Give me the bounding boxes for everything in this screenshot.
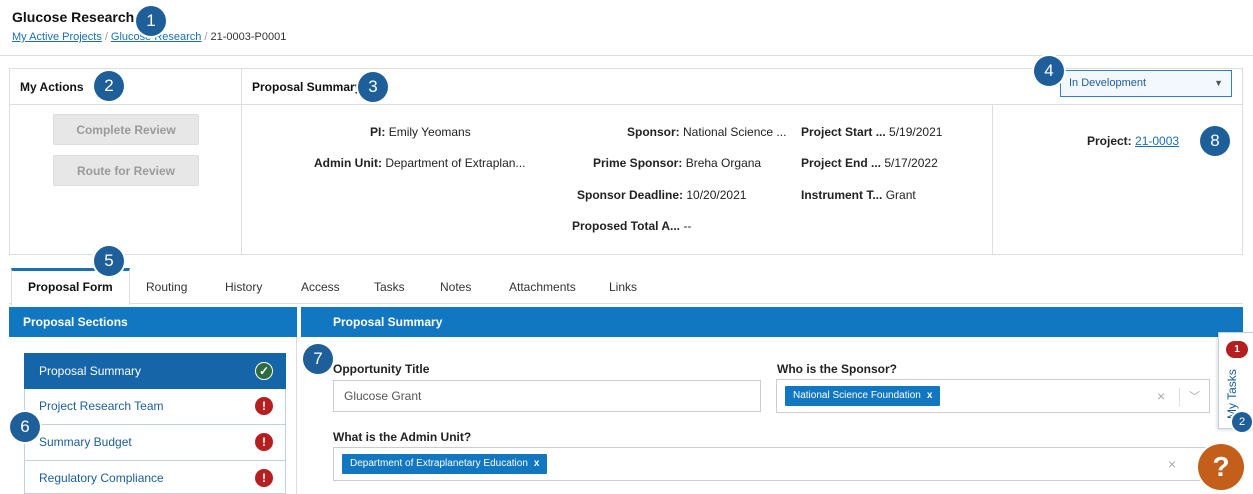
callout-marker: 5 [94, 246, 124, 276]
remove-chip-icon[interactable]: x [927, 390, 933, 401]
error-icon: ! [255, 469, 273, 487]
callout-marker: 3 [358, 72, 388, 102]
complete-review-button[interactable]: Complete Review [53, 114, 199, 145]
proposed-total-field: Proposed Total A... -- [572, 219, 692, 233]
sponsor-field: Sponsor: National Science ... [627, 125, 787, 139]
admin-unit-field: Admin Unit: Department of Extraplan... [314, 156, 526, 170]
check-icon: ✓ [255, 362, 273, 380]
pi-field: PI: Emily Yeomans [370, 125, 471, 139]
proposal-summary-section-heading: Proposal Summary [301, 307, 1243, 337]
tab-access[interactable]: Access [301, 268, 340, 304]
page-header: Glucose Research My Active Projects / Gluc… [0, 0, 1253, 56]
project-start-field: Project Start ... 5/19/2021 [801, 125, 943, 139]
callout-marker: 8 [1200, 126, 1230, 156]
opportunity-title-label: Opportunity Title [333, 362, 430, 376]
tab-bar: Proposal Form Routing History Access Tas… [9, 268, 1243, 305]
section-item-regulatory-compliance[interactable]: Regulatory Compliance ! [24, 461, 286, 494]
select-divider [1179, 388, 1180, 406]
prime-sponsor-field: Prime Sponsor: Breha Organa [593, 156, 762, 170]
opportunity-title-input[interactable]: Glucose Grant [333, 380, 761, 412]
sponsor-deadline-field: Sponsor Deadline: 10/20/2021 [577, 188, 747, 202]
breadcrumb-my-active-projects[interactable]: My Active Projects [12, 31, 102, 43]
error-icon: ! [255, 397, 273, 415]
tab-attachments[interactable]: Attachments [509, 268, 576, 304]
my-actions-panel: My Actions Complete Review Route for Rev… [9, 68, 241, 255]
sponsor-select[interactable]: National Science Foundation x × ﹀ [776, 379, 1210, 413]
callout-marker: 2 [1232, 412, 1252, 432]
my-tasks-label: My Tasks [1225, 369, 1239, 419]
status-value: In Development [1069, 77, 1147, 89]
admin-unit-question-label: What is the Admin Unit? [333, 430, 472, 444]
section-item-project-research-team[interactable]: Project Research Team ! [24, 389, 286, 425]
chevron-down-icon[interactable]: ﹀ [1189, 388, 1200, 404]
callout-marker: 1 [136, 6, 166, 36]
tab-routing[interactable]: Routing [146, 268, 187, 304]
callout-marker: 6 [10, 412, 40, 442]
section-item-summary-budget[interactable]: Summary Budget ! [24, 425, 286, 461]
project-end-field: Project End ... 5/17/2022 [801, 156, 938, 170]
page-title: Glucose Research [12, 9, 135, 25]
help-button[interactable]: ? [1198, 444, 1244, 490]
remove-chip-icon[interactable]: x [534, 458, 540, 469]
tab-links[interactable]: Links [609, 268, 637, 304]
sponsor-chip: National Science Foundation x [785, 386, 941, 406]
status-dropdown[interactable]: In Development ▼ [1060, 70, 1232, 97]
callout-marker: 2 [94, 71, 124, 101]
callout-marker: 7 [303, 344, 333, 374]
tab-tasks[interactable]: Tasks [374, 268, 405, 304]
breadcrumb-separator: / [104, 31, 108, 43]
section-item-proposal-summary[interactable]: Proposal Summary ✓ [24, 353, 286, 389]
breadcrumb-separator: / [204, 31, 208, 43]
summary-divider [992, 104, 993, 254]
callout-marker: 4 [1034, 56, 1064, 86]
project-field: Project: 21-0003 [1087, 134, 1180, 148]
tab-notes[interactable]: Notes [440, 268, 471, 304]
route-for-review-button[interactable]: Route for Review [53, 155, 199, 186]
caret-down-icon: ▼ [1214, 78, 1223, 88]
instrument-type-field: Instrument T... Grant [801, 188, 916, 202]
task-count-badge: 1 [1226, 341, 1248, 358]
clear-icon[interactable]: × [1168, 456, 1176, 472]
admin-unit-chip: Department of Extraplanetary Education x [342, 454, 548, 474]
sponsor-question-label: Who is the Sponsor? [777, 362, 897, 376]
project-link[interactable]: 21-0003 [1135, 134, 1179, 148]
proposal-sections-heading: Proposal Sections [9, 307, 297, 337]
tab-history[interactable]: History [225, 268, 262, 304]
my-actions-heading: My Actions [10, 69, 241, 105]
error-icon: ! [255, 433, 273, 451]
clear-icon[interactable]: × [1157, 388, 1165, 404]
breadcrumb-current: 21-0003-P0001 [210, 31, 287, 43]
admin-unit-select[interactable]: Department of Extraplanetary Education x … [333, 447, 1210, 481]
